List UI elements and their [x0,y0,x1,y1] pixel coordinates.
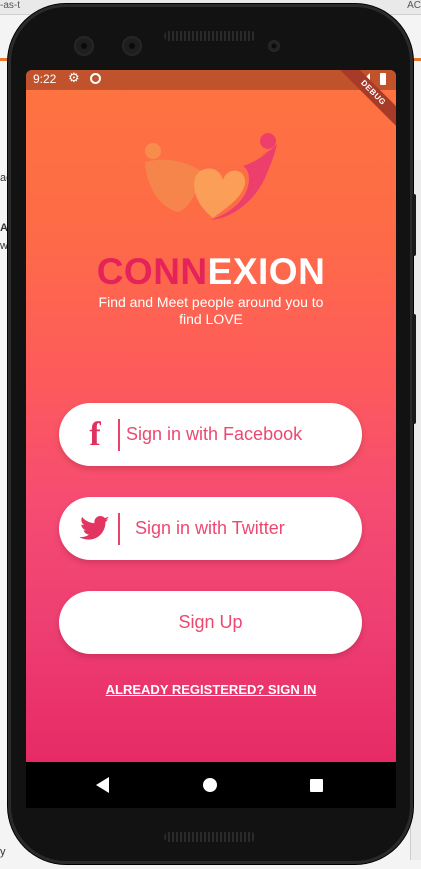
brand-title: CONNEXION [26,252,396,292]
sync-circle-icon [90,73,101,84]
button-divider [118,419,120,451]
facebook-signin-label: Sign in with Facebook [126,424,303,444]
power-button [412,314,416,424]
status-time: 9:22 [33,72,57,86]
background-snippet: y [0,846,6,858]
bottom-speaker-grille [164,832,256,842]
brand-title-part1: CONN [96,251,208,292]
background-snippet: w [0,240,8,252]
signup-button[interactable]: Sign Up [59,591,362,654]
app-screen: 9:22 ⚙ DEBUG CONNEXION Find and Meet peo… [26,70,396,762]
signup-label: Sign Up [178,612,243,632]
facebook-signin-button[interactable]: f Sign in with Facebook [59,403,362,466]
status-bar: 9:22 ⚙ [26,70,396,90]
background-tab-text-right: AC [407,0,421,11]
twitter-signin-button[interactable]: Sign in with Twitter [59,497,362,560]
proximity-sensor-icon [268,40,280,52]
top-speaker-grille [164,31,256,41]
background-tab-text: -as-t [0,0,20,11]
home-circle-icon[interactable] [203,778,217,792]
tagline: Find and Meet people around you to find … [98,294,324,327]
twitter-bird-icon [77,512,113,546]
couple-heart-logo-icon [145,133,277,220]
facebook-icon: f [89,416,101,453]
front-sensor-icon [122,36,142,56]
already-registered-signin-link[interactable]: ALREADY REGISTERED? SIGN IN [26,682,396,697]
recents-square-icon[interactable] [310,779,323,792]
button-divider [118,513,120,545]
volume-button [412,194,416,256]
background-snippet: A [0,222,8,234]
back-triangle-icon[interactable] [96,777,109,793]
battery-icon [380,73,386,85]
gear-icon: ⚙ [68,70,80,85]
brand-title-part2: EXION [207,251,326,292]
twitter-signin-label: Sign in with Twitter [135,518,285,538]
android-nav-bar [26,762,396,808]
front-camera-icon [74,36,94,56]
